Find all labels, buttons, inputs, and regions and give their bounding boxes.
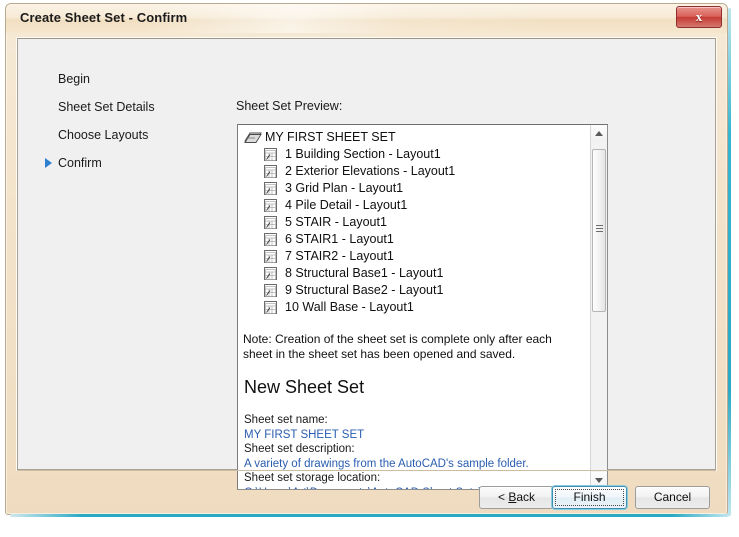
wizard-step-label: Confirm xyxy=(58,156,102,170)
tree-sheet-label: 6 STAIR1 - Layout1 xyxy=(285,232,394,246)
back-button-label: < Back xyxy=(498,490,535,504)
scrollbar-grip-icon xyxy=(596,225,603,233)
window-glow-right xyxy=(728,8,731,516)
sheet-set-icon xyxy=(244,131,262,144)
sheet-icon xyxy=(264,199,277,212)
summary-description-value: A variety of drawings from the AutoCAD's… xyxy=(244,457,584,472)
sheet-icon xyxy=(264,182,277,195)
sheet-icon xyxy=(264,165,277,178)
wizard-step-confirm[interactable]: Confirm xyxy=(45,149,215,177)
tree-sheet-item[interactable]: 9 Structural Base2 - Layout1 xyxy=(243,282,588,299)
tree-sheet-label: 4 Pile Detail - Layout1 xyxy=(285,198,407,212)
title-bar-sheen xyxy=(146,4,566,33)
tree-sheet-item[interactable]: 4 Pile Detail - Layout1 xyxy=(243,197,588,214)
tree-sheet-label: 7 STAIR2 - Layout1 xyxy=(285,249,394,263)
close-button[interactable]: x xyxy=(676,6,722,28)
cancel-button-label: Cancel xyxy=(654,490,691,504)
wizard-step-list: Begin Sheet Set Details Choose Layouts C… xyxy=(45,65,215,177)
scroll-up-arrow-icon[interactable] xyxy=(591,125,607,142)
wizard-step-label: Sheet Set Details xyxy=(58,100,155,114)
sheet-icon xyxy=(264,250,277,263)
sheet-icon xyxy=(264,284,277,297)
sheet-icon xyxy=(264,233,277,246)
tree-root-item[interactable]: MY FIRST SHEET SET xyxy=(243,129,588,146)
tree-sheet-item[interactable]: 6 STAIR1 - Layout1 xyxy=(243,231,588,248)
cancel-button[interactable]: Cancel xyxy=(635,486,710,509)
finish-button[interactable]: Finish xyxy=(552,486,627,509)
sheet-icon xyxy=(264,216,277,229)
wizard-step-begin[interactable]: Begin xyxy=(45,65,215,93)
dialog-window: Create Sheet Set - Confirm x Begin Sheet… xyxy=(5,3,728,515)
current-step-triangle-icon xyxy=(45,158,52,168)
footer-separator xyxy=(17,470,716,471)
sheet-set-preview-panel: MY FIRST SHEET SET 1 Building Section - … xyxy=(237,124,608,490)
dialog-client-area: Begin Sheet Set Details Choose Layouts C… xyxy=(17,38,716,470)
dialog-title: Create Sheet Set - Confirm xyxy=(20,10,187,25)
tree-sheet-label: 8 Structural Base1 - Layout1 xyxy=(285,266,443,280)
sheet-icon xyxy=(264,267,277,280)
preview-scroll-content: MY FIRST SHEET SET 1 Building Section - … xyxy=(238,125,590,489)
tree-sheet-label: 9 Structural Base2 - Layout1 xyxy=(285,283,443,297)
tree-sheet-label: 10 Wall Base - Layout1 xyxy=(285,300,414,314)
tree-sheet-label: 2 Exterior Elevations - Layout1 xyxy=(285,164,455,178)
sheet-icon xyxy=(264,148,277,161)
summary-name-label: Sheet set name: xyxy=(244,413,584,428)
summary-name-value: MY FIRST SHEET SET xyxy=(244,428,584,443)
wizard-step-choose-layouts[interactable]: Choose Layouts xyxy=(45,121,215,149)
tree-sheet-item[interactable]: 3 Grid Plan - Layout1 xyxy=(243,180,588,197)
tree-root-label: MY FIRST SHEET SET xyxy=(265,130,396,144)
tree-sheet-label: 3 Grid Plan - Layout1 xyxy=(285,181,403,195)
sheet-icon xyxy=(264,301,277,314)
new-sheet-set-heading: New Sheet Set xyxy=(244,377,364,398)
tree-sheet-item[interactable]: 2 Exterior Elevations - Layout1 xyxy=(243,163,588,180)
scrollbar-thumb[interactable] xyxy=(592,149,606,312)
summary-description-label: Sheet set description: xyxy=(244,442,584,457)
finish-button-label: Finish xyxy=(573,490,605,504)
close-icon: x xyxy=(677,7,721,27)
tree-sheet-item[interactable]: 8 Structural Base1 - Layout1 xyxy=(243,265,588,282)
preview-vertical-scrollbar[interactable] xyxy=(590,125,607,489)
tree-sheet-item[interactable]: 5 STAIR - Layout1 xyxy=(243,214,588,231)
tree-sheet-item[interactable]: 1 Building Section - Layout1 xyxy=(243,146,588,163)
sheet-set-summary: Sheet set name: MY FIRST SHEET SET Sheet… xyxy=(244,413,584,489)
wizard-step-label: Choose Layouts xyxy=(58,128,148,142)
tree-sheet-item[interactable]: 7 STAIR2 - Layout1 xyxy=(243,248,588,265)
tree-sheet-item[interactable]: 10 Wall Base - Layout1 xyxy=(243,299,588,316)
title-bar[interactable]: Create Sheet Set - Confirm x xyxy=(6,4,727,33)
tree-sheet-label: 1 Building Section - Layout1 xyxy=(285,147,441,161)
wizard-step-label: Begin xyxy=(58,72,90,86)
sheet-set-tree: MY FIRST SHEET SET 1 Building Section - … xyxy=(243,129,588,316)
summary-location-label: Sheet set storage location: xyxy=(244,471,584,486)
creation-note-text: Note: Creation of the sheet set is compl… xyxy=(243,332,581,362)
tree-sheet-label: 5 STAIR - Layout1 xyxy=(285,215,387,229)
wizard-step-sheet-set-details[interactable]: Sheet Set Details xyxy=(45,93,215,121)
sheet-set-preview-label: Sheet Set Preview: xyxy=(236,99,342,113)
back-button[interactable]: < Back xyxy=(479,486,554,509)
window-glow-bottom xyxy=(10,514,729,517)
